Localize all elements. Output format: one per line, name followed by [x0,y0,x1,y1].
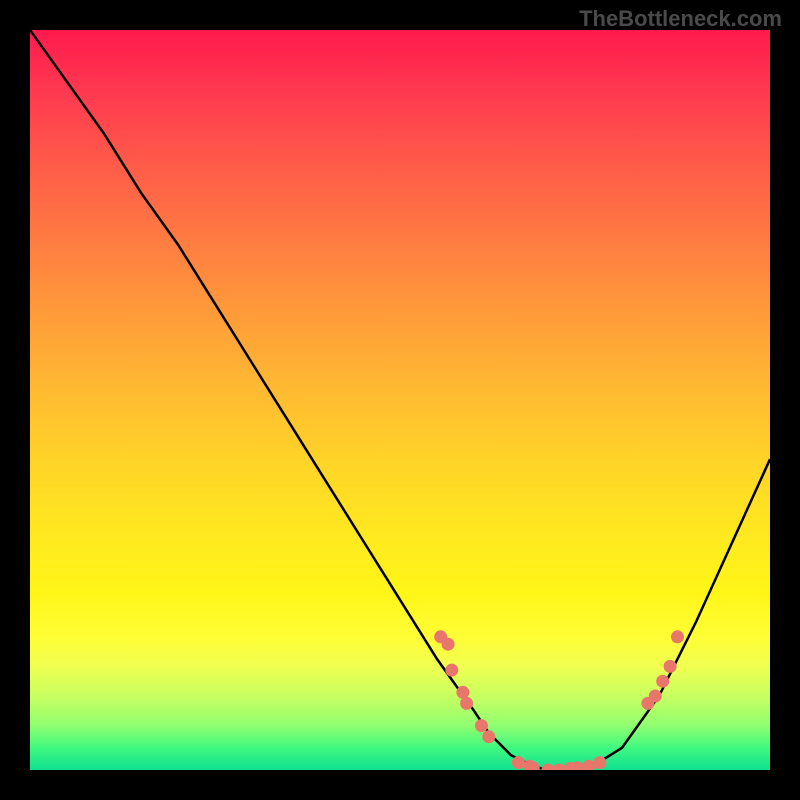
chart-gradient-background [30,30,770,770]
watermark-text: TheBottleneck.com [579,6,782,32]
